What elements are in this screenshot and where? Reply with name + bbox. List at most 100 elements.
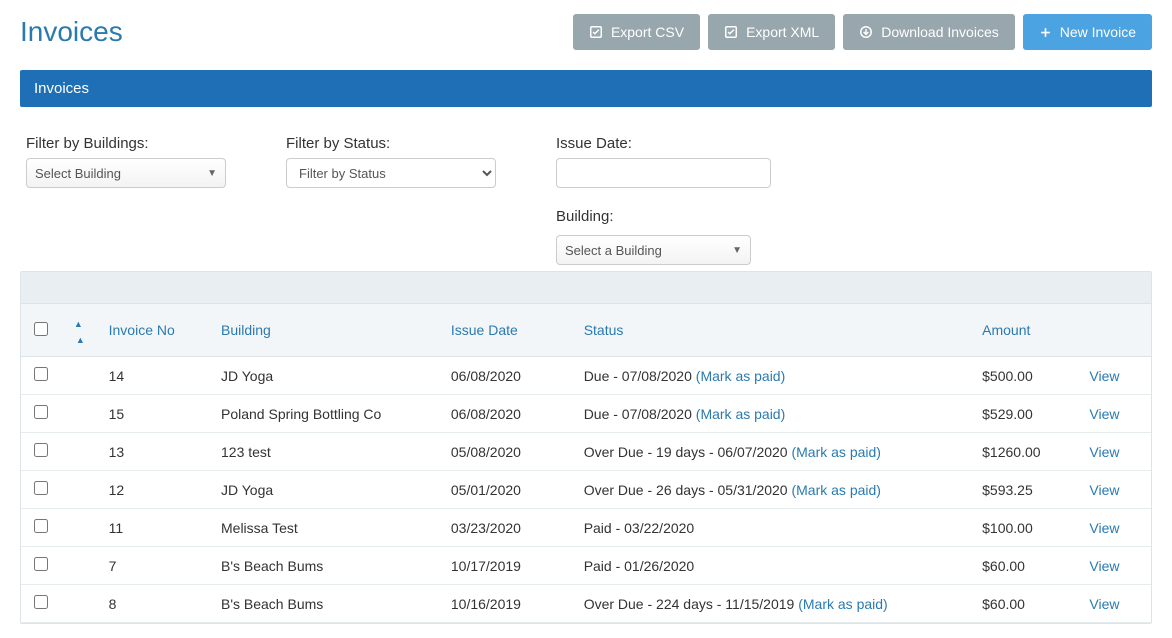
table-toolbar-blank	[21, 272, 1151, 304]
view-link[interactable]: View	[1089, 520, 1119, 536]
row-status-text: Over Due - 224 days - 11/15/2019	[584, 596, 799, 612]
row-checkbox-cell	[21, 585, 62, 623]
row-status: Over Due - 19 days - 06/07/2020 (Mark as…	[574, 433, 972, 471]
issue-date-input[interactable]	[556, 158, 771, 188]
export-csv-label: Export CSV	[611, 24, 684, 40]
row-status: Paid - 03/22/2020	[574, 509, 972, 547]
action-buttons: Export CSV Export XML Download Invoices …	[573, 14, 1152, 50]
row-status-text: Over Due - 19 days - 06/07/2020	[584, 444, 792, 460]
download-invoices-label: Download Invoices	[881, 24, 999, 40]
row-checkbox[interactable]	[34, 595, 48, 609]
row-checkbox[interactable]	[34, 557, 48, 571]
sort-arrows-icon: ▲	[76, 337, 85, 343]
header-checkbox-col	[21, 304, 62, 357]
row-amount: $100.00	[972, 509, 1079, 547]
view-link[interactable]: View	[1089, 558, 1119, 574]
view-link[interactable]: View	[1089, 444, 1119, 460]
filter-buildings-select[interactable]: Select Building ▼	[26, 158, 226, 188]
row-sort-cell	[62, 433, 99, 471]
row-issue-date: 05/01/2020	[441, 471, 574, 509]
row-checkbox-cell	[21, 547, 62, 585]
row-invoice-no: 13	[99, 433, 211, 471]
header-sort-col[interactable]: ▲ ▲	[62, 304, 99, 357]
table-row: 14JD Yoga06/08/2020Due - 07/08/2020 (Mar…	[21, 357, 1151, 395]
header-invoice-no[interactable]: Invoice No	[99, 304, 211, 357]
row-sort-cell	[62, 357, 99, 395]
filter-status-select[interactable]: Filter by Status	[286, 158, 496, 188]
table-row: 15Poland Spring Bottling Co06/08/2020Due…	[21, 395, 1151, 433]
row-invoice-no: 7	[99, 547, 211, 585]
row-checkbox-cell	[21, 357, 62, 395]
row-issue-date: 05/08/2020	[441, 433, 574, 471]
chevron-down-icon: ▼	[732, 245, 742, 256]
row-building: JD Yoga	[211, 357, 441, 395]
table-row: 13123 test05/08/2020Over Due - 19 days -…	[21, 433, 1151, 471]
export-xml-label: Export XML	[746, 24, 819, 40]
row-checkbox[interactable]	[34, 367, 48, 381]
view-link[interactable]: View	[1089, 482, 1119, 498]
download-invoices-button[interactable]: Download Invoices	[843, 14, 1015, 50]
row-status-text: Due - 07/08/2020	[584, 368, 696, 384]
export-csv-button[interactable]: Export CSV	[573, 14, 700, 50]
export-xml-button[interactable]: Export XML	[708, 14, 835, 50]
row-building: JD Yoga	[211, 471, 441, 509]
row-sort-cell	[62, 547, 99, 585]
row-checkbox-cell	[21, 509, 62, 547]
row-status: Over Due - 26 days - 05/31/2020 (Mark as…	[574, 471, 972, 509]
row-action-cell: View	[1079, 547, 1151, 585]
row-status: Due - 07/08/2020 (Mark as paid)	[574, 395, 972, 433]
view-link[interactable]: View	[1089, 406, 1119, 422]
building2-value: Select a Building	[565, 243, 662, 258]
row-amount: $1260.00	[972, 433, 1079, 471]
page-title: Invoices	[20, 16, 123, 48]
mark-as-paid-link[interactable]: (Mark as paid)	[696, 406, 785, 422]
select-all-checkbox[interactable]	[34, 322, 48, 336]
row-action-cell: View	[1079, 357, 1151, 395]
building2-select[interactable]: Select a Building ▼	[556, 235, 751, 265]
header-amount[interactable]: Amount	[972, 304, 1079, 357]
row-action-cell: View	[1079, 585, 1151, 623]
row-amount: $60.00	[972, 585, 1079, 623]
row-invoice-no: 8	[99, 585, 211, 623]
row-action-cell: View	[1079, 395, 1151, 433]
row-action-cell: View	[1079, 509, 1151, 547]
header-issue-date[interactable]: Issue Date	[441, 304, 574, 357]
mark-as-paid-link[interactable]: (Mark as paid)	[791, 444, 880, 460]
view-link[interactable]: View	[1089, 368, 1119, 384]
row-issue-date: 10/17/2019	[441, 547, 574, 585]
row-status-text: Over Due - 26 days - 05/31/2020	[584, 482, 792, 498]
mark-as-paid-link[interactable]: (Mark as paid)	[798, 596, 887, 612]
panel-title: Invoices	[20, 70, 1152, 107]
row-checkbox-cell	[21, 433, 62, 471]
row-amount: $60.00	[972, 547, 1079, 585]
new-invoice-button[interactable]: New Invoice	[1023, 14, 1152, 50]
row-issue-date: 03/23/2020	[441, 509, 574, 547]
row-checkbox[interactable]	[34, 405, 48, 419]
building2-label: Building:	[556, 208, 771, 225]
header-status[interactable]: Status	[574, 304, 972, 357]
issue-date-label: Issue Date:	[556, 135, 771, 152]
row-checkbox-cell	[21, 471, 62, 509]
mark-as-paid-link[interactable]: (Mark as paid)	[791, 482, 880, 498]
row-action-cell: View	[1079, 433, 1151, 471]
row-issue-date: 06/08/2020	[441, 395, 574, 433]
row-checkbox[interactable]	[34, 443, 48, 457]
table-row: 8B's Beach Bums10/16/2019Over Due - 224 …	[21, 585, 1151, 623]
header-building[interactable]: Building	[211, 304, 441, 357]
mark-as-paid-link[interactable]: (Mark as paid)	[696, 368, 785, 384]
check-icon	[724, 25, 738, 39]
sort-arrows-icon: ▲	[74, 321, 83, 327]
row-checkbox[interactable]	[34, 519, 48, 533]
row-building: Melissa Test	[211, 509, 441, 547]
view-link[interactable]: View	[1089, 596, 1119, 612]
row-building: Poland Spring Bottling Co	[211, 395, 441, 433]
row-building: B's Beach Bums	[211, 547, 441, 585]
row-action-cell: View	[1079, 471, 1151, 509]
table-row: 7B's Beach Bums10/17/2019Paid - 01/26/20…	[21, 547, 1151, 585]
table-row: 12JD Yoga05/01/2020Over Due - 26 days - …	[21, 471, 1151, 509]
row-issue-date: 10/16/2019	[441, 585, 574, 623]
row-checkbox[interactable]	[34, 481, 48, 495]
row-sort-cell	[62, 509, 99, 547]
row-sort-cell	[62, 471, 99, 509]
row-amount: $500.00	[972, 357, 1079, 395]
